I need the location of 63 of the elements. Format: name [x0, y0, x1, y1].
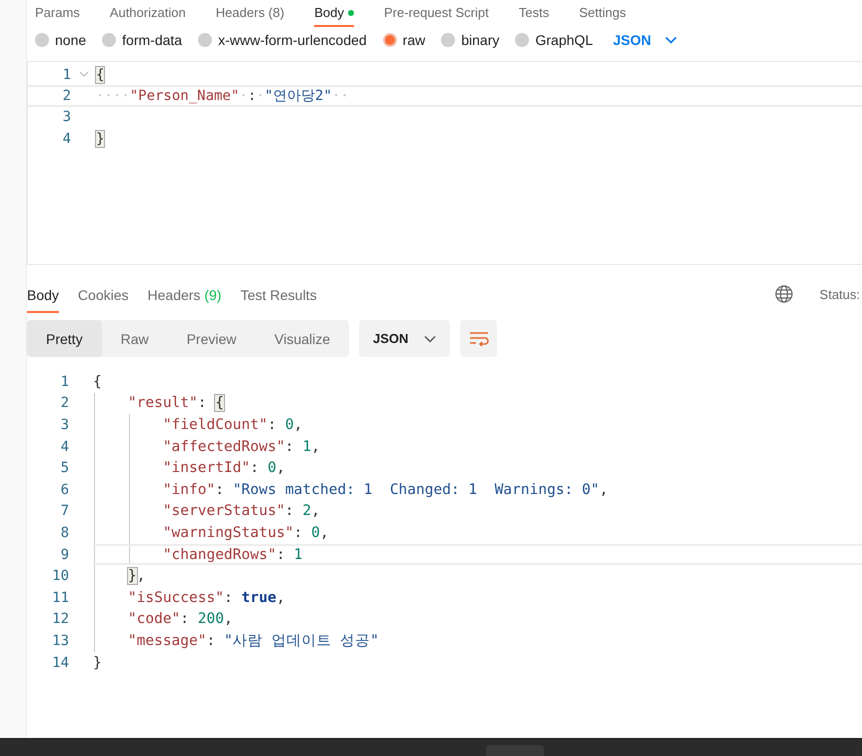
code-line: "code": 200, — [126, 611, 233, 628]
chevron-down-icon — [665, 36, 678, 44]
response-format-dropdown[interactable]: JSON — [359, 320, 450, 357]
code-line: ····"Person_Name"·:·"연아당2"·· — [96, 86, 349, 105]
status-label: Status: — [820, 286, 860, 302]
globe-icon[interactable] — [774, 285, 793, 303]
line-number: 8 — [60, 524, 69, 541]
response-tab[interactable]: Headers (9) — [148, 275, 222, 313]
line-number: 2 — [62, 88, 71, 104]
view-mode-tab[interactable]: Visualize — [255, 320, 350, 357]
request-body-editor[interactable]: 1 { 2 ····"Person_Name"·:·"연아당2"·· 3 4 } — [27, 61, 862, 265]
response-tab[interactable]: Body — [27, 275, 59, 313]
code-line: "affectedRows": 1, — [162, 438, 320, 455]
code-line: "serverStatus": 2, — [162, 503, 320, 520]
line-number: 13 — [51, 632, 69, 649]
line-number: 7 — [60, 503, 69, 520]
request-tab[interactable]: Authorization — [110, 0, 186, 27]
format-dropdown[interactable]: JSON — [612, 32, 678, 48]
code-line: "insertId": 0, — [162, 460, 286, 476]
body-type-radio[interactable]: GraphQL — [515, 32, 593, 48]
wrap-lines-button[interactable] — [460, 320, 498, 357]
request-tab[interactable]: Tests — [518, 0, 550, 27]
line-number: 4 — [62, 130, 71, 147]
line-number: 12 — [51, 611, 69, 628]
line-number: 14 — [51, 654, 69, 671]
request-tab[interactable]: Settings — [579, 0, 626, 27]
code-line: "result": { — [126, 395, 224, 412]
view-mode-tab[interactable]: Preview — [168, 320, 256, 357]
line-number: 9 — [60, 546, 69, 563]
line-number: 1 — [60, 374, 69, 390]
response-tab[interactable]: Test Results — [240, 275, 317, 313]
request-tab[interactable]: Body — [314, 0, 354, 27]
request-tab[interactable]: Pre-request Script — [384, 0, 489, 27]
chevron-down-icon — [424, 334, 436, 342]
view-mode-tab[interactable]: Raw — [102, 320, 168, 357]
code-line: } — [93, 654, 102, 671]
body-type-radio[interactable]: binary — [441, 32, 500, 48]
body-type-radio[interactable]: none — [35, 32, 86, 48]
wrap-lines-icon — [468, 330, 489, 346]
body-type-radio[interactable]: raw — [382, 32, 426, 48]
request-tab[interactable]: Params — [35, 0, 80, 27]
line-number: 10 — [51, 568, 69, 584]
view-mode-tab[interactable]: Pretty — [27, 320, 102, 357]
response-tab[interactable]: Cookies — [78, 275, 129, 313]
code-line: "warningStatus": 0, — [162, 524, 329, 541]
code-line: "message": "사람 업데이트 성공" — [126, 632, 379, 650]
code-line: { — [93, 374, 102, 390]
fold-icon[interactable] — [78, 71, 88, 78]
code-line: "changedRows": 1 — [162, 546, 303, 563]
body-type-radio[interactable]: form-data — [102, 32, 182, 48]
request-tab[interactable]: Headers (8) — [216, 0, 284, 27]
code-line: "info": "Rows matched: 1 Changed: 1 Warnings: 0", — [162, 482, 608, 498]
line-number: 11 — [51, 590, 69, 606]
line-number: 4 — [60, 438, 69, 455]
line-number: 3 — [62, 109, 71, 126]
line-number: 1 — [62, 66, 71, 83]
line-number: 2 — [60, 395, 69, 412]
line-number: 3 — [60, 416, 69, 433]
line-number: 5 — [60, 460, 69, 476]
line-number: 6 — [60, 482, 69, 498]
body-type-radio[interactable]: x-www-form-urlencoded — [198, 32, 367, 48]
code-line: "isSuccess": true, — [126, 590, 286, 606]
code-line: "fieldCount": 0, — [162, 416, 303, 433]
